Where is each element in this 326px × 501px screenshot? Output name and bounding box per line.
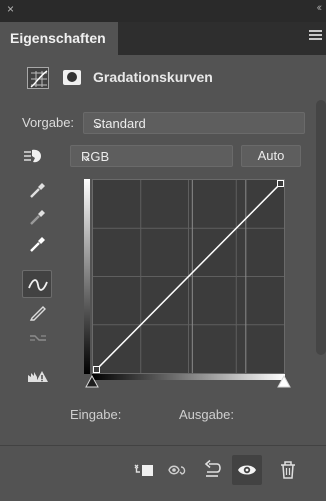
bottom-action-bar [0,445,326,501]
chevron-down-icon: ⌄ [93,116,104,131]
input-label: Eingabe: [70,407,122,422]
sample-white-point-eyedropper-icon[interactable] [25,231,51,257]
reset-icon[interactable] [200,457,226,483]
smooth-curve-icon [25,325,51,351]
tab-eigenschaften[interactable]: Eigenschaften [0,22,118,55]
panel-menu-icon[interactable] [309,30,322,41]
curve-point[interactable] [93,366,100,373]
close-panel-icon[interactable]: × [7,2,14,16]
input-output-row: Eingabe: Ausgabe: [0,407,316,425]
layer-mask-icon[interactable] [63,70,81,85]
resize-grip[interactable] [136,492,188,496]
auto-button[interactable]: Auto [241,145,301,167]
output-label: Ausgabe: [179,407,234,422]
sample-black-point-eyedropper-icon[interactable] [25,177,51,203]
output-gradient-bar [84,179,90,374]
properties-panel: Gradationskurven Vorgabe: Standard ⌄ RGB… [0,55,326,501]
tab-bar: Eigenschaften [0,22,326,55]
preset-select[interactable]: Standard ⌄ [83,112,305,134]
curve-plot[interactable] [93,180,284,373]
adjustment-header: Gradationskurven [0,55,316,101]
preset-label: Vorgabe: [22,115,75,130]
visibility-eye-icon[interactable] [232,455,262,485]
black-point-slider[interactable] [85,375,99,389]
delete-icon[interactable] [275,457,301,483]
channel-select[interactable]: RGB ⌄ [70,145,233,167]
adjustment-title: Gradationskurven [93,69,213,85]
preset-row: Vorgabe: Standard ⌄ [0,111,316,135]
draw-curve-pencil-icon[interactable] [25,299,51,325]
edit-points-curve-icon[interactable] [22,270,52,298]
channel-row: RGB ⌄ Auto [0,143,316,169]
tab-label: Eigenschaften [10,30,106,46]
curves-adjustment-icon[interactable] [27,67,49,89]
clipping-warning-icon[interactable] [25,363,51,389]
view-previous-state-icon[interactable] [165,457,191,483]
collapse-panel-icon[interactable]: ‹‹ [317,2,323,14]
on-image-adjust-icon[interactable] [22,145,46,167]
chevron-down-icon: ⌄ [81,149,92,164]
white-point-slider[interactable] [277,375,291,389]
curve-point[interactable] [277,180,284,187]
scrollbar[interactable] [316,100,326,355]
panel-title-strip: × ‹‹ [0,0,326,22]
clip-to-layer-icon[interactable] [131,457,157,483]
sample-gray-point-eyedropper-icon[interactable] [25,204,51,230]
curve-graph[interactable] [92,179,285,374]
input-gradient-bar [92,374,285,380]
